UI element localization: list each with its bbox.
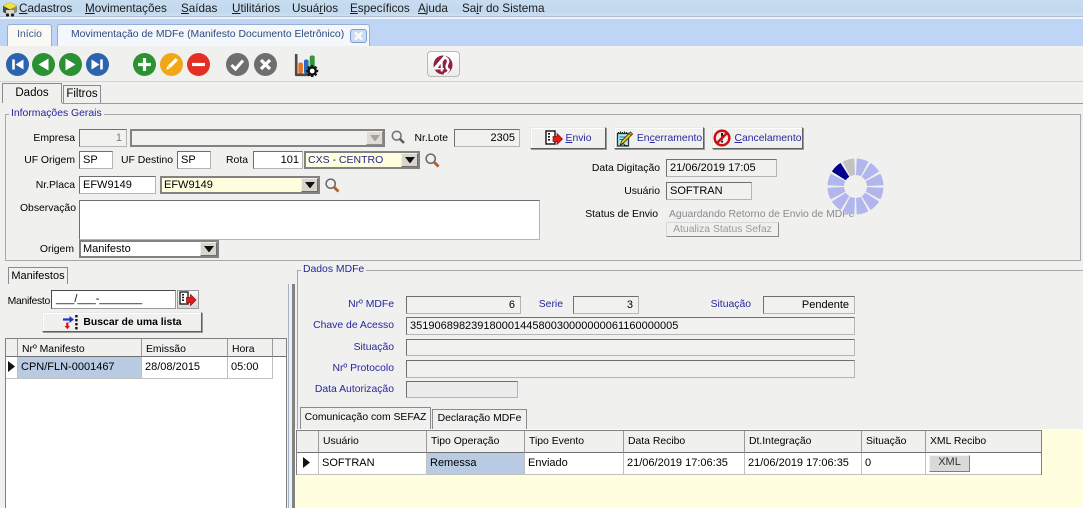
svg-text:4: 4 [436,59,444,75]
